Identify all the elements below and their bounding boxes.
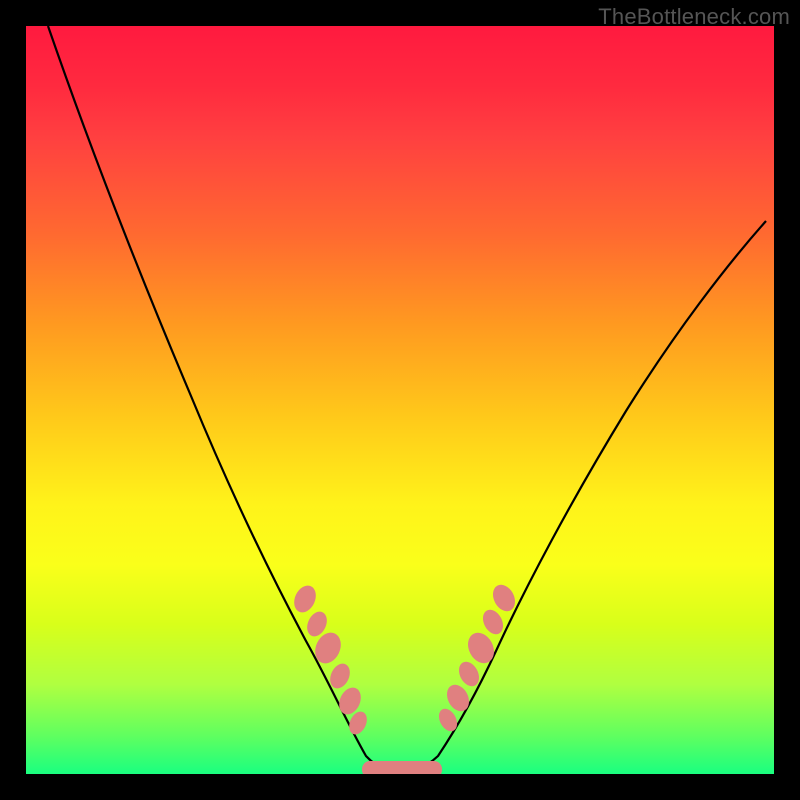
outer-frame: TheBottleneck.com xyxy=(0,0,800,800)
curve-svg xyxy=(26,26,774,774)
bottom-pill xyxy=(362,761,442,774)
left-arm-beads xyxy=(290,582,370,737)
bottleneck-curve xyxy=(48,26,766,772)
plot-area xyxy=(26,26,774,774)
watermark-text: TheBottleneck.com xyxy=(598,4,790,30)
right-arm-beads xyxy=(435,581,519,734)
